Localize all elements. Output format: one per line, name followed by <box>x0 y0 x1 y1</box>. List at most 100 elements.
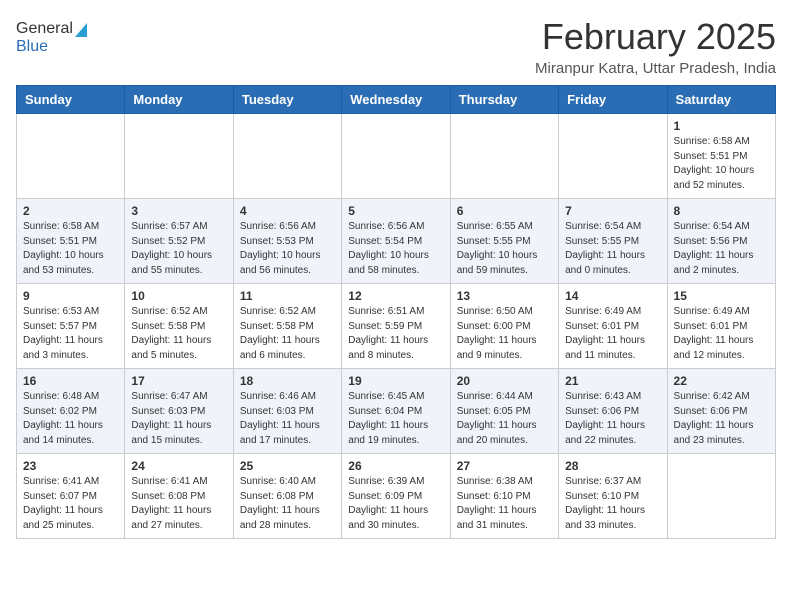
day-info: Sunrise: 6:41 AM Sunset: 6:07 PM Dayligh… <box>23 475 118 533</box>
calendar-cell: 14 Sunrise: 6:49 AM Sunset: 6:01 PM Dayli… <box>559 284 667 369</box>
day-info: Sunrise: 6:54 AM Sunset: 5:56 PM Dayligh… <box>674 220 769 278</box>
calendar-cell: 23 Sunrise: 6:41 AM Sunset: 6:07 PM Dayli… <box>17 454 125 539</box>
day-number: 12 <box>348 289 443 303</box>
day-info: Sunrise: 6:38 AM Sunset: 6:10 PM Dayligh… <box>457 475 552 533</box>
calendar-header-tuesday: Tuesday <box>233 86 341 114</box>
day-number: 9 <box>23 289 118 303</box>
calendar-header-saturday: Saturday <box>667 86 775 114</box>
calendar-week-5: 23 Sunrise: 6:41 AM Sunset: 6:07 PM Dayli… <box>17 454 776 539</box>
day-number: 28 <box>565 459 660 473</box>
day-number: 5 <box>348 204 443 218</box>
calendar-cell <box>342 114 450 199</box>
calendar-cell: 24 Sunrise: 6:41 AM Sunset: 6:08 PM Dayli… <box>125 454 233 539</box>
day-number: 25 <box>240 459 335 473</box>
day-info: Sunrise: 6:42 AM Sunset: 6:06 PM Dayligh… <box>674 390 769 448</box>
day-number: 3 <box>131 204 226 218</box>
calendar-cell: 13 Sunrise: 6:50 AM Sunset: 6:00 PM Dayli… <box>450 284 558 369</box>
day-info: Sunrise: 6:51 AM Sunset: 5:59 PM Dayligh… <box>348 305 443 363</box>
calendar-cell <box>559 114 667 199</box>
day-info: Sunrise: 6:58 AM Sunset: 5:51 PM Dayligh… <box>674 135 769 193</box>
calendar-cell: 22Sunrise: 6:42 AM Sunset: 6:06 PM Dayli… <box>667 369 775 454</box>
day-info: Sunrise: 6:43 AM Sunset: 6:06 PM Dayligh… <box>565 390 660 448</box>
calendar-cell: 10 Sunrise: 6:52 AM Sunset: 5:58 PM Dayli… <box>125 284 233 369</box>
day-number: 18 <box>240 374 335 388</box>
calendar-header-friday: Friday <box>559 86 667 114</box>
calendar-week-1: 1 Sunrise: 6:58 AM Sunset: 5:51 PM Daylig… <box>17 114 776 199</box>
calendar-header-sunday: Sunday <box>17 86 125 114</box>
logo: General Blue <box>16 20 87 56</box>
calendar-table: SundayMondayTuesdayWednesdayThursdayFrid… <box>16 85 776 539</box>
calendar-cell: 3 Sunrise: 6:57 AM Sunset: 5:52 PM Daylig… <box>125 199 233 284</box>
calendar-cell: 6 Sunrise: 6:55 AM Sunset: 5:55 PM Daylig… <box>450 199 558 284</box>
day-number: 23 <box>23 459 118 473</box>
day-info: Sunrise: 6:37 AM Sunset: 6:10 PM Dayligh… <box>565 475 660 533</box>
calendar-cell: 11Sunrise: 6:52 AM Sunset: 5:58 PM Dayli… <box>233 284 341 369</box>
day-number: 1 <box>674 119 769 133</box>
calendar-week-2: 2Sunrise: 6:58 AM Sunset: 5:51 PM Daylig… <box>17 199 776 284</box>
day-info: Sunrise: 6:41 AM Sunset: 6:08 PM Dayligh… <box>131 475 226 533</box>
day-number: 8 <box>674 204 769 218</box>
calendar-cell: 7 Sunrise: 6:54 AM Sunset: 5:55 PM Daylig… <box>559 199 667 284</box>
day-info: Sunrise: 6:52 AM Sunset: 5:58 PM Dayligh… <box>240 305 335 363</box>
day-number: 15 <box>674 289 769 303</box>
calendar-header-thursday: Thursday <box>450 86 558 114</box>
day-info: Sunrise: 6:52 AM Sunset: 5:58 PM Dayligh… <box>131 305 226 363</box>
day-number: 26 <box>348 459 443 473</box>
day-number: 21 <box>565 374 660 388</box>
calendar-cell: 25 Sunrise: 6:40 AM Sunset: 6:08 PM Dayli… <box>233 454 341 539</box>
day-info: Sunrise: 6:39 AM Sunset: 6:09 PM Dayligh… <box>348 475 443 533</box>
day-number: 10 <box>131 289 226 303</box>
day-info: Sunrise: 6:58 AM Sunset: 5:51 PM Dayligh… <box>23 220 118 278</box>
day-info: Sunrise: 6:40 AM Sunset: 6:08 PM Dayligh… <box>240 475 335 533</box>
calendar-cell <box>450 114 558 199</box>
day-number: 4 <box>240 204 335 218</box>
day-info: Sunrise: 6:49 AM Sunset: 6:01 PM Dayligh… <box>674 305 769 363</box>
location-title: Miranpur Katra, Uttar Pradesh, India <box>535 60 776 77</box>
logo-blue-text: Blue <box>16 38 48 56</box>
day-number: 6 <box>457 204 552 218</box>
day-number: 7 <box>565 204 660 218</box>
day-info: Sunrise: 6:57 AM Sunset: 5:52 PM Dayligh… <box>131 220 226 278</box>
day-info: Sunrise: 6:54 AM Sunset: 5:55 PM Dayligh… <box>565 220 660 278</box>
day-number: 14 <box>565 289 660 303</box>
day-number: 16 <box>23 374 118 388</box>
calendar-cell: 5 Sunrise: 6:56 AM Sunset: 5:54 PM Daylig… <box>342 199 450 284</box>
calendar-header-wednesday: Wednesday <box>342 86 450 114</box>
day-info: Sunrise: 6:49 AM Sunset: 6:01 PM Dayligh… <box>565 305 660 363</box>
calendar-cell: 26 Sunrise: 6:39 AM Sunset: 6:09 PM Dayli… <box>342 454 450 539</box>
page-header: General Blue February 2025 Miranpur Katr… <box>16 16 776 77</box>
day-info: Sunrise: 6:47 AM Sunset: 6:03 PM Dayligh… <box>131 390 226 448</box>
day-info: Sunrise: 6:55 AM Sunset: 5:55 PM Dayligh… <box>457 220 552 278</box>
calendar-cell: 20 Sunrise: 6:44 AM Sunset: 6:05 PM Dayli… <box>450 369 558 454</box>
calendar-cell: 28 Sunrise: 6:37 AM Sunset: 6:10 PM Dayli… <box>559 454 667 539</box>
calendar-cell: 9 Sunrise: 6:53 AM Sunset: 5:57 PM Daylig… <box>17 284 125 369</box>
calendar-cell: 2Sunrise: 6:58 AM Sunset: 5:51 PM Daylig… <box>17 199 125 284</box>
calendar-cell: 17 Sunrise: 6:47 AM Sunset: 6:03 PM Dayli… <box>125 369 233 454</box>
day-number: 19 <box>348 374 443 388</box>
calendar-cell: 12 Sunrise: 6:51 AM Sunset: 5:59 PM Dayli… <box>342 284 450 369</box>
day-info: Sunrise: 6:48 AM Sunset: 6:02 PM Dayligh… <box>23 390 118 448</box>
calendar-cell: 21 Sunrise: 6:43 AM Sunset: 6:06 PM Dayli… <box>559 369 667 454</box>
day-number: 24 <box>131 459 226 473</box>
calendar-cell: 4Sunrise: 6:56 AM Sunset: 5:53 PM Daylig… <box>233 199 341 284</box>
title-section: February 2025 Miranpur Katra, Uttar Prad… <box>535 16 776 77</box>
calendar-cell: 1 Sunrise: 6:58 AM Sunset: 5:51 PM Daylig… <box>667 114 775 199</box>
day-number: 17 <box>131 374 226 388</box>
calendar-cell: 8 Sunrise: 6:54 AM Sunset: 5:56 PM Daylig… <box>667 199 775 284</box>
logo-general-text: General <box>16 20 73 38</box>
day-info: Sunrise: 6:44 AM Sunset: 6:05 PM Dayligh… <box>457 390 552 448</box>
day-info: Sunrise: 6:56 AM Sunset: 5:54 PM Dayligh… <box>348 220 443 278</box>
calendar-cell: 19 Sunrise: 6:45 AM Sunset: 6:04 PM Dayli… <box>342 369 450 454</box>
calendar-cell <box>233 114 341 199</box>
month-title: February 2025 <box>535 16 776 58</box>
day-number: 27 <box>457 459 552 473</box>
calendar-cell <box>667 454 775 539</box>
day-info: Sunrise: 6:50 AM Sunset: 6:00 PM Dayligh… <box>457 305 552 363</box>
day-info: Sunrise: 6:45 AM Sunset: 6:04 PM Dayligh… <box>348 390 443 448</box>
calendar-week-3: 9 Sunrise: 6:53 AM Sunset: 5:57 PM Daylig… <box>17 284 776 369</box>
calendar-cell: 27 Sunrise: 6:38 AM Sunset: 6:10 PM Dayli… <box>450 454 558 539</box>
day-info: Sunrise: 6:53 AM Sunset: 5:57 PM Dayligh… <box>23 305 118 363</box>
calendar-cell: 18Sunrise: 6:46 AM Sunset: 6:03 PM Dayli… <box>233 369 341 454</box>
day-number: 13 <box>457 289 552 303</box>
day-number: 20 <box>457 374 552 388</box>
